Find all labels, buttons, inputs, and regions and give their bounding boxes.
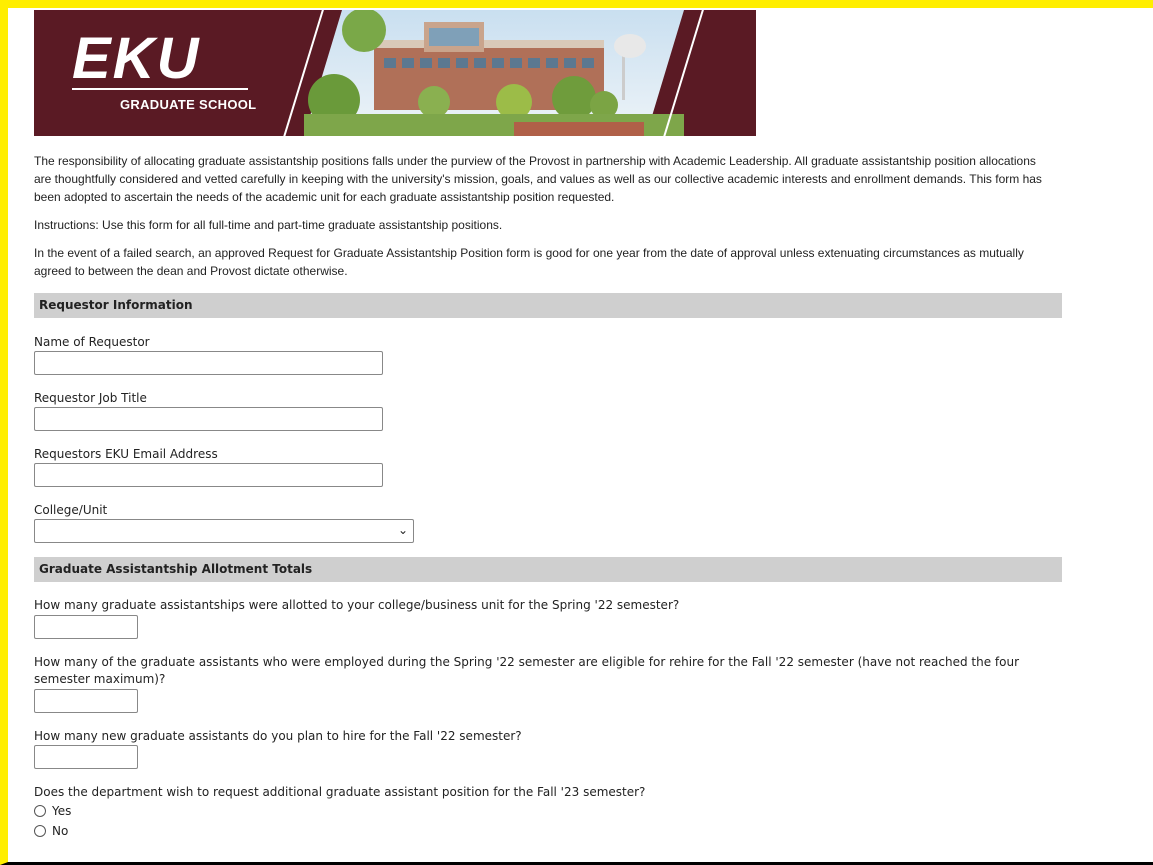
requestor-email-input[interactable]	[34, 463, 383, 487]
graduate-school-label: GRADUATE SCHOOL	[120, 97, 257, 112]
campus-building-photo	[304, 10, 684, 136]
spring-allotment-label: How many graduate assistantships were al…	[34, 598, 680, 612]
requestor-information-header: Requestor Information	[34, 293, 1062, 318]
new-hires-input[interactable]	[34, 745, 138, 769]
failed-search-paragraph: In the event of a failed search, an appr…	[34, 246, 1024, 278]
college-unit-select[interactable]: ⌄	[34, 519, 414, 543]
requestor-email-label: Requestors EKU Email Address	[34, 447, 218, 461]
radio-button-no[interactable]	[34, 825, 46, 837]
allotment-totals-header: Graduate Assistantship Allotment Totals	[34, 557, 1062, 582]
eku-logo: EKU	[72, 26, 201, 91]
instructions-paragraph: Instructions: Use this form for all full…	[34, 218, 503, 232]
radio-option-yes[interactable]: Yes	[34, 804, 71, 818]
eku-banner: EKU GRADUATE SCHOOL	[34, 10, 756, 136]
college-unit-label: College/Unit	[34, 503, 108, 517]
spring-allotment-input[interactable]	[34, 615, 138, 639]
requestor-job-title-input[interactable]	[34, 407, 383, 431]
intro-paragraph-1: The responsibility of allocating graduat…	[34, 154, 1042, 204]
radio-label-yes: Yes	[52, 804, 72, 818]
rehire-eligible-input[interactable]	[34, 689, 138, 713]
radio-button-yes[interactable]	[34, 805, 46, 817]
radio-label-no: No	[52, 824, 69, 838]
new-hires-label: How many new graduate assistants do you …	[34, 729, 522, 743]
form-content: EKU GRADUATE SCHOOL The responsibility o…	[34, 8, 1064, 838]
additional-position-label: Does the department wish to request addi…	[34, 785, 646, 799]
form-page: EKU GRADUATE SCHOOL The responsibility o…	[8, 8, 1153, 862]
name-of-requestor-label: Name of Requestor	[34, 335, 150, 349]
radio-option-no[interactable]: No	[34, 824, 68, 838]
requestor-job-title-label: Requestor Job Title	[34, 391, 147, 405]
name-of-requestor-input[interactable]	[34, 351, 383, 375]
logo-underline	[72, 88, 248, 90]
chevron-down-icon: ⌄	[397, 523, 408, 537]
rehire-eligible-label: How many of the graduate assistants who …	[34, 655, 1020, 686]
